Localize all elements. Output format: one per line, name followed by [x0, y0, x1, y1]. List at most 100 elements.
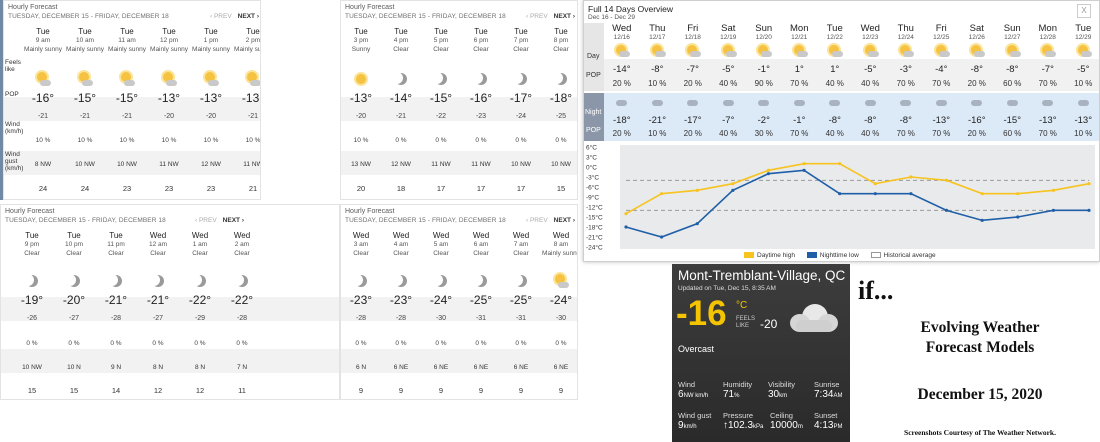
- pressure-label: Pressure: [723, 411, 754, 420]
- hour-feels-like: -23: [475, 113, 487, 120]
- overview-night-pop: 20 %: [612, 129, 631, 138]
- hour-pop: 0 %: [555, 137, 567, 144]
- sun-shape: [356, 74, 366, 84]
- wind-gust-value: 9km/h: [678, 420, 697, 431]
- sunset-label: Sunset: [814, 411, 838, 420]
- moon-shape: [555, 73, 567, 85]
- panel-columns: Tue 9 pm Clear -19° -26 0 % 10 NW 15 Tue 10 pm Cle…: [1, 229, 339, 399]
- hour-feels-like: -21: [37, 113, 49, 120]
- hour-wind: 9 N: [110, 364, 122, 371]
- prev-button[interactable]: ‹ PREV: [526, 13, 548, 20]
- overview-date: 12/26: [968, 34, 985, 41]
- hour-column: Wed 8 am Mainly sunny -24° -30 0 % 6 NE 9: [541, 229, 577, 399]
- hour-pop: 0 %: [194, 340, 206, 347]
- close-icon[interactable]: X: [1077, 4, 1091, 18]
- hour-pop: 0 %: [515, 340, 527, 347]
- cloud-shape: [40, 80, 51, 86]
- overview-day-pop: 20 %: [967, 79, 986, 88]
- cloud-icon: [827, 96, 843, 110]
- next-button[interactable]: NEXT ›: [238, 13, 259, 20]
- sun-cloud-icon: [203, 71, 219, 87]
- hour-feels-like: -24: [515, 113, 527, 120]
- hour-column: Wed 7 am Clear -25° -31 0 % 6 NE 9: [501, 229, 541, 399]
- hour-temperature: -13°: [241, 91, 260, 105]
- hour-condition: Mainly sunny: [66, 46, 104, 53]
- overview-weekday: Mon: [1038, 23, 1057, 34]
- sun-cloud-icon: [245, 71, 260, 87]
- panel-columns: Wed 3 am Clear -23° -28 0 % 6 N 9 Wed 4 am Clear -2…: [341, 229, 577, 399]
- daytime-high-point: [695, 188, 699, 192]
- hour-condition: Clear: [66, 250, 82, 257]
- nighttime-low-point: [1087, 208, 1091, 212]
- y-tick-label: -3°C: [586, 174, 599, 182]
- hour-time: 9 am: [35, 37, 51, 44]
- cloud-icon: [650, 96, 666, 110]
- next-button[interactable]: NEXT ›: [223, 217, 244, 224]
- hourly-panel-2: Hourly Forecast TUESDAY, DECEMBER 15 - FR…: [340, 0, 578, 200]
- next-button[interactable]: NEXT ›: [554, 13, 575, 20]
- prev-button[interactable]: ‹ PREV: [195, 217, 217, 224]
- moon-shape: [395, 73, 407, 85]
- moon-shape: [194, 275, 206, 287]
- cloud-shape: [903, 51, 914, 57]
- hour-temperature: -15°: [73, 91, 97, 105]
- hour-condition: Clear: [433, 250, 449, 257]
- overview-night-temp: -8°: [828, 115, 841, 126]
- moon-shape: [236, 275, 248, 287]
- hour-condition: Clear: [393, 46, 409, 53]
- daytime-high-point: [838, 162, 842, 166]
- hour-pop: 10 %: [203, 137, 219, 144]
- hour-day: Wed: [552, 231, 570, 240]
- y-tick-label: 0°C: [586, 164, 597, 172]
- wind-value: 6NW km/h: [678, 389, 709, 400]
- cloud-shape: [690, 51, 701, 57]
- hour-condition: Clear: [393, 250, 409, 257]
- moon-shape: [355, 275, 367, 287]
- hour-condition: Mainly sunny: [108, 46, 146, 53]
- hour-pop: 0 %: [152, 340, 164, 347]
- cloud-shape: [1042, 100, 1053, 106]
- hour-wind: 6 NE: [553, 364, 569, 371]
- overview-night-pop: 60 %: [1003, 129, 1022, 138]
- panel-title: Hourly Forecast: [5, 208, 55, 215]
- cloud-icon: [792, 96, 808, 110]
- prev-button[interactable]: ‹ PREV: [526, 217, 548, 224]
- hour-day: Tue: [78, 27, 92, 36]
- sun-cloud-icon: [827, 44, 843, 58]
- hourly-panel-1: Hourly Forecast TUESDAY, DECEMBER 15 - FR…: [3, 0, 261, 200]
- fourteen-day-overview: Full 14 Days Overview Dec 16 - Dec 29 X …: [583, 0, 1100, 262]
- hour-wind: 8 N: [152, 364, 164, 371]
- hour-temperature: -13°: [349, 91, 373, 105]
- overview-day-pop: 40 %: [861, 79, 880, 88]
- updated-time: Updated on Tue, Dec 15, 8:35 AM: [678, 285, 776, 292]
- hour-time: 12 pm: [159, 37, 179, 44]
- panel-title: Hourly Forecast: [345, 4, 395, 11]
- next-button[interactable]: NEXT ›: [554, 217, 575, 224]
- y-tick-label: -18°C: [586, 224, 603, 232]
- hour-wind-gust: 15: [27, 386, 37, 395]
- hour-feels-like: -28: [110, 315, 122, 322]
- overview-weekday: Fri: [935, 23, 947, 34]
- hour-condition: Clear: [108, 250, 124, 257]
- prev-button[interactable]: ‹ PREV: [210, 13, 232, 20]
- nighttime-low-point: [873, 192, 877, 196]
- daytime-high-point: [660, 192, 664, 196]
- overview-night-pop: 40 %: [825, 129, 844, 138]
- sun-cloud-icon: [1076, 44, 1092, 58]
- hour-time: 4 pm: [393, 37, 409, 44]
- hour-pop: 0 %: [475, 137, 487, 144]
- sun-cloud-icon: [721, 44, 737, 58]
- legend-daytime-label: Daytime high: [757, 252, 795, 259]
- hour-wind: 6 NE: [433, 364, 449, 371]
- overview-night-pop: 20 %: [967, 129, 986, 138]
- moon-shape: [515, 275, 527, 287]
- moon-icon: [393, 71, 409, 87]
- overview-weekday: Tue: [1075, 23, 1092, 34]
- cloud-icon: [1005, 96, 1021, 110]
- overview-weekday: Wed: [612, 23, 632, 34]
- nighttime-low-point: [1016, 215, 1020, 219]
- hour-wind-gust: 23: [122, 184, 132, 193]
- hour-pop: 0 %: [435, 340, 447, 347]
- cloud-shape: [974, 51, 985, 57]
- overcast-cloud-icon: [788, 304, 838, 334]
